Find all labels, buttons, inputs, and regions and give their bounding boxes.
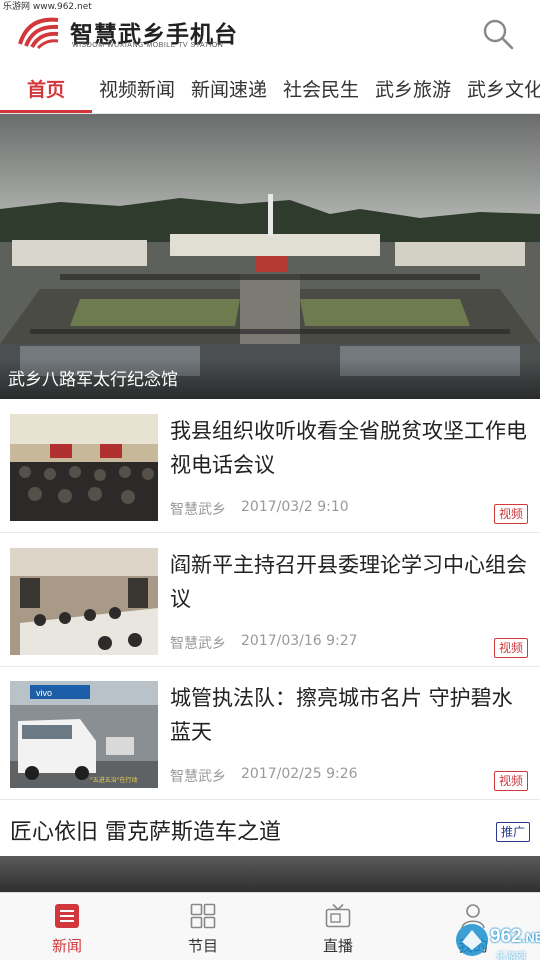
tab-news-express[interactable]: 新闻速递 — [191, 68, 267, 113]
active-tab-indicator — [0, 110, 92, 113]
news-icon — [55, 904, 79, 928]
tab-home[interactable]: 首页 — [27, 68, 65, 113]
tab-culture[interactable]: 武乡文化 — [467, 68, 540, 113]
tv-icon — [325, 903, 351, 928]
news-thumbnail — [10, 548, 158, 655]
promo-image[interactable] — [0, 856, 540, 892]
app-subtitle: WISDOM WUXIANG MOBILE TV STATION — [72, 42, 224, 49]
watermark-bottom: 962.NET 乐游网 — [452, 918, 540, 960]
nav-label: 新闻 — [51, 937, 82, 955]
news-thumbnail: vivo "五进五治"在行动 — [10, 681, 158, 788]
watermark-logo-text: 962.NET — [490, 926, 540, 947]
nav-label: 直播 — [322, 937, 353, 955]
video-badge: 视频 — [494, 504, 528, 524]
search-icon[interactable] — [480, 16, 516, 52]
news-thumbnail — [10, 414, 158, 521]
news-source: 智慧武乡 — [170, 636, 226, 652]
news-source: 智慧武乡 — [170, 502, 226, 518]
news-time: 2017/03/2 9:10 — [241, 499, 349, 515]
grid-icon — [190, 903, 216, 929]
category-tabs: 首页 视频新闻 新闻速递 社会民生 武乡旅游 武乡文化 — [0, 68, 540, 114]
watermark-top: 乐游网 www.962.net — [3, 2, 92, 12]
news-time: 2017/02/25 9:26 — [241, 766, 358, 782]
news-item[interactable]: vivo "五进五治"在行动 城管执法队：擦亮城市名片 守护碧水蓝天 智慧武乡 … — [0, 667, 540, 800]
video-badge: 视频 — [494, 771, 528, 791]
thumb-banner-text: "五进五治"在行动 — [90, 776, 138, 784]
watermark-logo-icon — [456, 924, 488, 956]
nav-label: 节目 — [187, 937, 218, 955]
nav-live[interactable]: 直播 — [293, 893, 383, 960]
app-screen: 智慧武乡手机台 WISDOM WUXIANG MOBILE TV STATION… — [0, 0, 540, 960]
logo-icon — [18, 17, 59, 50]
nav-programs[interactable]: 节目 — [158, 893, 248, 960]
news-time: 2017/03/16 9:27 — [241, 633, 358, 649]
promo-title: 匠心依旧 雷克萨斯造车之道 — [10, 820, 281, 845]
video-badge: 视频 — [494, 638, 528, 658]
news-title: 阎新平主持召开县委理论学习中心组会议 — [170, 553, 527, 611]
news-item[interactable]: 阎新平主持召开县委理论学习中心组会议 智慧武乡 2017/03/16 9:27 … — [0, 534, 540, 667]
hero-image — [0, 114, 540, 399]
tab-video-news[interactable]: 视频新闻 — [99, 68, 175, 113]
promo-item[interactable]: 匠心依旧 雷克萨斯造车之道 推广 — [0, 800, 540, 856]
hero-caption: 武乡八路军太行纪念馆 — [8, 370, 178, 390]
watermark-sub-text: 乐游网 — [496, 952, 526, 960]
hero-banner[interactable]: 武乡八路军太行纪念馆 — [0, 114, 540, 399]
news-item[interactable]: 我县组织收听收看全省脱贫攻坚工作电视电话会议 智慧武乡 2017/03/2 9:… — [0, 400, 540, 533]
tab-society[interactable]: 社会民生 — [283, 68, 359, 113]
news-source: 智慧武乡 — [170, 769, 226, 785]
news-title: 城管执法队：擦亮城市名片 守护碧水蓝天 — [170, 686, 513, 744]
tab-tourism[interactable]: 武乡旅游 — [375, 68, 451, 113]
promo-badge: 推广 — [496, 822, 530, 842]
nav-news[interactable]: 新闻 — [22, 893, 112, 960]
thumb-vivo-text: vivo — [36, 688, 52, 698]
news-title: 我县组织收听收看全省脱贫攻坚工作电视电话会议 — [170, 419, 527, 477]
